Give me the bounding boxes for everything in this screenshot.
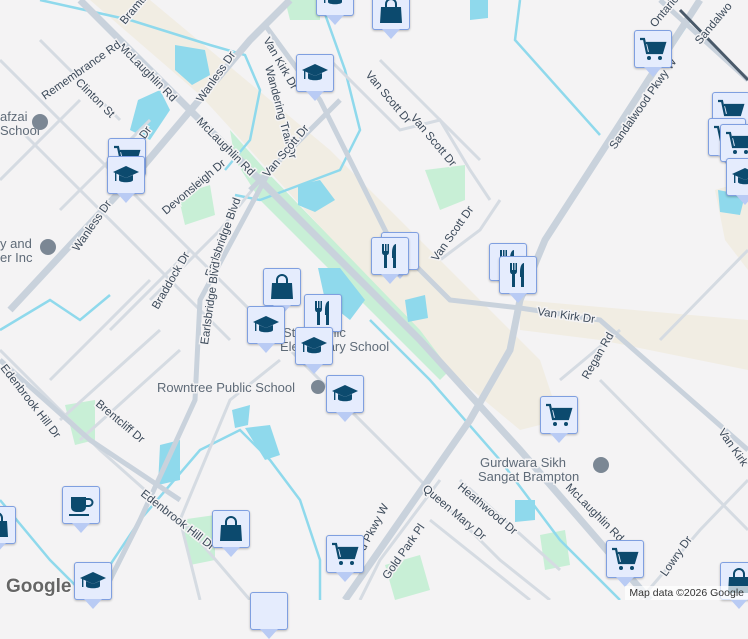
graduation-cap-icon xyxy=(112,161,140,189)
school-marker[interactable] xyxy=(726,158,748,205)
street-label: Clinton St xyxy=(73,77,117,121)
cafe-marker[interactable] xyxy=(62,486,100,533)
grocery-marker[interactable] xyxy=(326,535,364,582)
school-marker[interactable] xyxy=(247,306,285,353)
shopping-bag-icon xyxy=(217,515,245,543)
graduation-cap-icon xyxy=(79,567,107,595)
graduation-cap-icon xyxy=(321,0,349,11)
shopping-cart-icon xyxy=(725,129,748,157)
shopping-cart-icon xyxy=(639,35,667,63)
graduation-cap-icon xyxy=(252,311,280,339)
grocery-marker[interactable] xyxy=(720,124,748,171)
graduation-cap-icon xyxy=(301,59,329,87)
map-canvas[interactable]: McLaughlin Rd McLaughlin Rd McLaughlin R… xyxy=(0,0,748,600)
school-marker[interactable] xyxy=(295,327,333,374)
graduation-cap-icon xyxy=(731,163,748,191)
street-label: Van Scott Dr xyxy=(430,204,477,264)
street-label: Earlsbridge Blvd xyxy=(199,261,223,346)
grocery-marker[interactable] xyxy=(540,396,578,443)
school-poi-icon xyxy=(32,114,48,130)
poi-business-label: er Inc xyxy=(0,250,33,265)
shopping-bag-icon xyxy=(268,273,296,301)
place-poi-icon xyxy=(40,239,56,255)
restaurant-marker[interactable] xyxy=(371,237,409,284)
shopping-marker[interactable] xyxy=(0,506,16,553)
poi-gurdwara-label: Sangat Brampton xyxy=(478,469,579,484)
fork-knife-icon xyxy=(376,242,404,270)
poi-business-label: y and xyxy=(0,236,32,251)
street-label: Wanless Dr xyxy=(71,198,115,253)
graduation-cap-icon xyxy=(300,332,328,360)
google-logo: Google xyxy=(6,576,72,597)
shopping-cart-icon xyxy=(611,545,639,573)
street-label: Sandalwo xyxy=(693,1,735,47)
poi-school-label: afzai xyxy=(0,109,28,124)
school-marker[interactable] xyxy=(107,156,145,203)
graduation-cap-icon xyxy=(331,380,359,408)
street-label: Lowry Dr xyxy=(659,534,695,579)
map-attribution[interactable]: Map data ©2026 Google xyxy=(625,586,748,600)
poi-rowntree-label: Rowntree Public School xyxy=(157,380,295,395)
grocery-marker[interactable] xyxy=(634,30,672,77)
shopping-bag-icon xyxy=(0,511,11,539)
shopping-marker[interactable] xyxy=(212,510,250,557)
school-marker[interactable] xyxy=(326,375,364,422)
street-label: Queen Mary Dr xyxy=(420,483,488,543)
school-poi-icon xyxy=(311,380,325,394)
school-marker[interactable] xyxy=(296,54,334,101)
restaurant-marker[interactable] xyxy=(499,256,537,303)
shopping-marker[interactable] xyxy=(263,268,301,315)
fork-knife-icon xyxy=(309,299,337,327)
street-label: Braddock Dr xyxy=(150,250,192,311)
fork-knife-icon xyxy=(504,261,532,289)
map-marker[interactable] xyxy=(250,592,288,639)
shopping-cart-icon xyxy=(331,540,359,568)
school-marker[interactable] xyxy=(316,0,354,25)
shopping-cart-icon xyxy=(545,401,573,429)
coffee-cup-icon xyxy=(67,491,95,519)
shopping-bag-icon xyxy=(377,0,405,25)
worship-poi-icon xyxy=(593,457,609,473)
grocery-marker[interactable] xyxy=(606,540,644,587)
school-marker[interactable] xyxy=(74,562,112,609)
poi-gurdwara-label: Gurdwara Sikh xyxy=(480,455,566,470)
shopping-marker[interactable] xyxy=(372,0,410,39)
